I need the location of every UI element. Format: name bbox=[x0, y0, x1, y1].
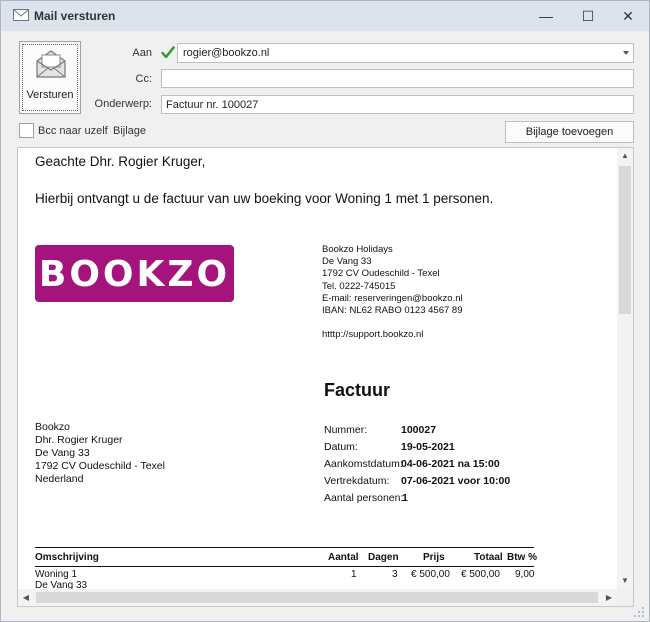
bcc-checkbox[interactable] bbox=[19, 123, 34, 138]
bookzo-logo: BOOKZO bbox=[35, 245, 234, 302]
send-label: Versturen bbox=[26, 89, 74, 101]
row-description: Woning 1 bbox=[35, 569, 78, 580]
row-total: € 500,00 bbox=[461, 569, 500, 580]
bcc-label[interactable]: Bcc naar uzelf bbox=[38, 125, 108, 137]
address-line: 1792 CV Oudeschild - Texel bbox=[35, 460, 165, 472]
col-header-vat: Btw % bbox=[507, 552, 537, 563]
logo-text: BOOKZO bbox=[38, 254, 231, 295]
minimize-button[interactable]: — bbox=[525, 1, 567, 31]
close-button[interactable]: ✕ bbox=[607, 1, 649, 31]
maximize-button[interactable]: ☐ bbox=[567, 1, 609, 31]
scroll-right-arrow-icon[interactable]: ▶ bbox=[601, 589, 617, 606]
meta-key: Aankomstdatum: bbox=[324, 458, 403, 470]
to-value: rogier@bookzo.nl bbox=[183, 47, 270, 59]
company-line: E-mail: reserveringen@bookzo.nl bbox=[322, 292, 463, 304]
subject-input[interactable] bbox=[161, 95, 634, 114]
meta-value: 04-06-2021 na 15:00 bbox=[401, 458, 500, 470]
cc-label: Cc: bbox=[135, 73, 153, 85]
intro-text: Hierbij ontvangt u de factuur van uw boe… bbox=[35, 191, 494, 206]
greeting: Geachte Dhr. Rogier Kruger, bbox=[35, 154, 206, 169]
scroll-up-arrow-icon[interactable]: ▲ bbox=[617, 148, 633, 164]
scrollbar-corner bbox=[617, 589, 633, 606]
meta-value: 07-06-2021 voor 10:00 bbox=[401, 475, 511, 487]
mail-icon bbox=[13, 9, 29, 21]
table-rule-header bbox=[35, 566, 534, 567]
title-bar: Mail versturen — ☐ ✕ bbox=[1, 1, 649, 31]
subject-label: Onderwerp: bbox=[94, 98, 152, 110]
vertical-scrollbar[interactable]: ▲ ▼ bbox=[617, 148, 633, 589]
meta-key: Datum: bbox=[324, 441, 358, 453]
to-combobox[interactable]: rogier@bookzo.nl bbox=[177, 43, 634, 63]
row-price: € 500,00 bbox=[411, 569, 450, 580]
support-link[interactable]: htttp://support.bookzo.nl bbox=[322, 329, 463, 341]
row-qty: 1 bbox=[351, 569, 357, 580]
cc-input[interactable] bbox=[161, 69, 634, 88]
company-line bbox=[322, 317, 463, 329]
row-description-address: De Vang 33 bbox=[35, 580, 88, 589]
col-header-days: Dagen bbox=[368, 552, 399, 563]
company-line: Tel. 0222-745015 bbox=[322, 280, 396, 292]
check-icon bbox=[161, 46, 175, 59]
add-attachment-button[interactable]: Bijlage toevoegen bbox=[505, 121, 634, 143]
table-rule-top bbox=[35, 547, 534, 548]
row-days: 3 bbox=[392, 569, 398, 580]
meta-value: 19-05-2021 bbox=[401, 441, 455, 453]
address-line: Dhr. Rogier Kruger bbox=[35, 434, 123, 446]
scroll-left-arrow-icon[interactable]: ◀ bbox=[18, 589, 34, 606]
address-line: De Vang 33 bbox=[35, 447, 90, 459]
address-line: Bookzo bbox=[35, 421, 71, 433]
chevron-down-icon[interactable] bbox=[623, 51, 629, 55]
horizontal-scroll-thumb[interactable] bbox=[36, 592, 598, 603]
message-body[interactable]: Geachte Dhr. Rogier Kruger, Hierbij ontv… bbox=[17, 147, 634, 607]
company-line: 1792 CV Oudeschild - Texel bbox=[322, 268, 440, 280]
attachment-label: Bijlage bbox=[113, 125, 147, 137]
address-line: Nederland bbox=[35, 473, 84, 485]
company-line: Bookzo Holidays bbox=[322, 244, 393, 255]
meta-key: Vertrekdatum: bbox=[324, 475, 390, 487]
company-address: Bookzo Holidays De Vang 33 1792 CV Oudes… bbox=[322, 244, 463, 342]
mail-window: Mail versturen — ☐ ✕ Versturen Aan rogie… bbox=[0, 0, 650, 622]
scroll-down-arrow-icon[interactable]: ▼ bbox=[617, 573, 633, 589]
company-line: IBAN: NL62 RABO 0123 4567 89 bbox=[322, 305, 463, 317]
window-title: Mail versturen bbox=[34, 9, 116, 23]
to-label: Aan bbox=[132, 47, 152, 59]
invoice-title: Factuur bbox=[324, 380, 391, 400]
meta-key: Nummer: bbox=[324, 424, 368, 436]
message-content: Geachte Dhr. Rogier Kruger, Hierbij ontv… bbox=[18, 148, 617, 589]
col-header-qty: Aantal bbox=[328, 552, 359, 563]
resize-grip-icon[interactable] bbox=[633, 606, 645, 618]
company-line: De Vang 33 bbox=[322, 256, 372, 268]
col-header-total: Totaal bbox=[474, 552, 503, 563]
horizontal-scrollbar[interactable]: ◀ ▶ bbox=[18, 589, 617, 606]
row-vat: 9,00 bbox=[515, 569, 535, 580]
meta-value: 1 bbox=[402, 492, 408, 504]
recipient-address: Bookzo Dhr. Rogier Kruger De Vang 33 179… bbox=[35, 421, 165, 486]
vertical-scroll-thumb[interactable] bbox=[619, 166, 631, 314]
envelope-icon bbox=[36, 50, 66, 78]
col-header-description: Omschrijving bbox=[35, 552, 99, 563]
col-header-price: Prijs bbox=[423, 552, 445, 563]
meta-key: Aantal personen: bbox=[324, 492, 404, 504]
meta-value: 100027 bbox=[401, 424, 437, 436]
